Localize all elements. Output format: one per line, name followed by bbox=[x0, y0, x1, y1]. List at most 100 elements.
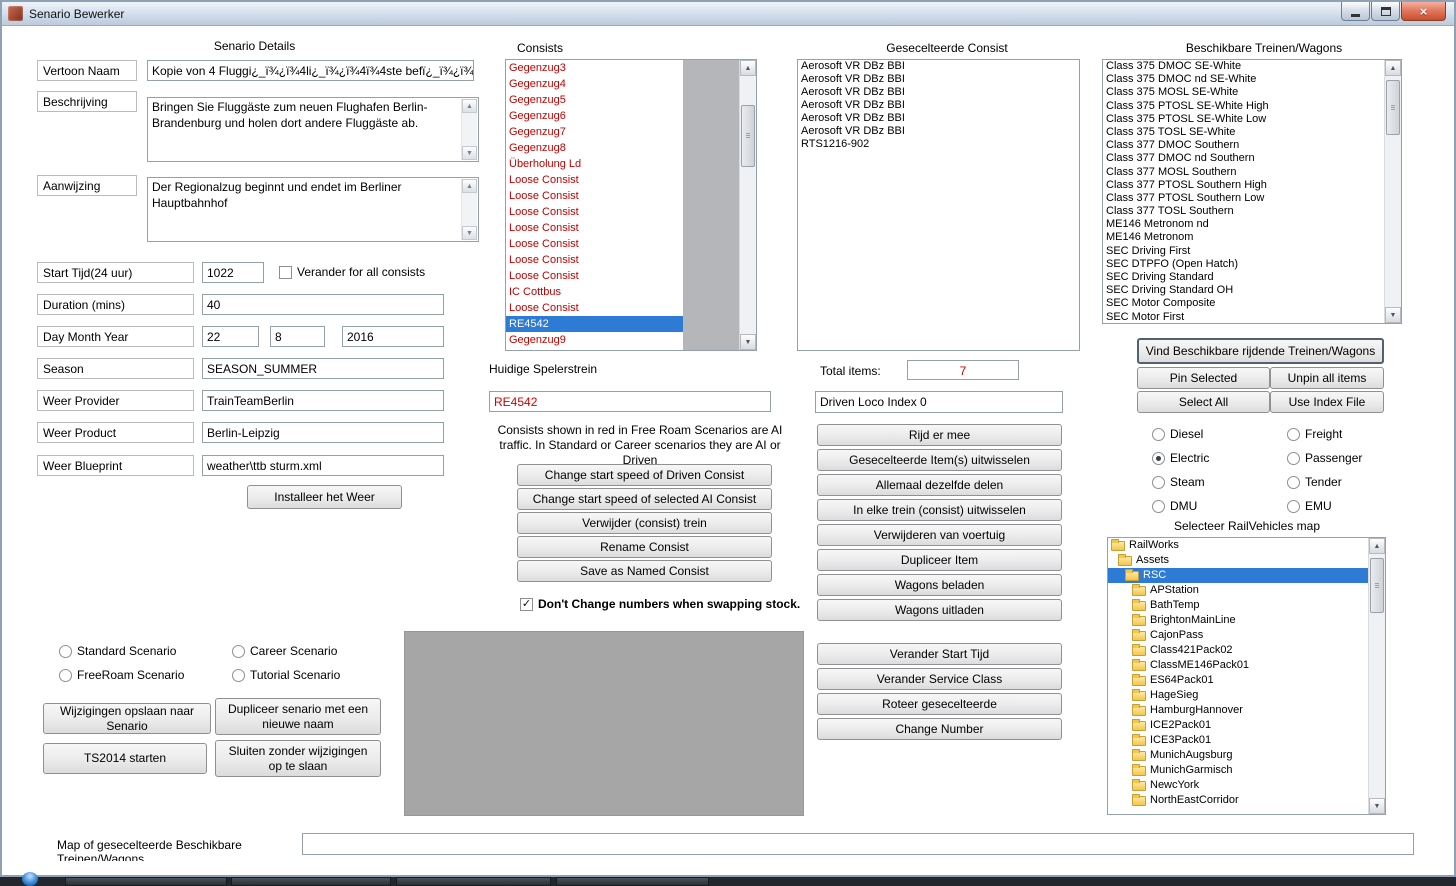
unpin-all-button[interactable]: Unpin all items bbox=[1270, 367, 1384, 389]
selected-consist-action-button[interactable]: Wagons uitladen bbox=[817, 599, 1062, 621]
current-player-field[interactable]: RE4542 bbox=[489, 391, 771, 412]
scroll-down-icon[interactable]: ▼ bbox=[1385, 307, 1401, 323]
selected-consist-action-button[interactable]: Gesecelteerde Item(s) uitwisselen bbox=[817, 449, 1062, 471]
vehicle-filter-radio[interactable]: EMU bbox=[1287, 499, 1332, 513]
available-item[interactable]: SEC Driving Standard bbox=[1103, 271, 1384, 284]
scroll-down-icon[interactable]: ▼ bbox=[462, 146, 477, 160]
vehicle-filter-radio[interactable]: Tender bbox=[1287, 475, 1342, 489]
maximize-button[interactable] bbox=[1371, 2, 1400, 21]
scenario-type-radio[interactable]: Standard Scenario bbox=[59, 644, 176, 658]
pin-selected-button[interactable]: Pin Selected bbox=[1137, 367, 1270, 389]
beschrijving-field[interactable]: Bringen Sie Fluggäste zum neuen Flughafe… bbox=[147, 97, 479, 162]
selected-consist-action-button[interactable]: Verwijderen van voertuig bbox=[817, 524, 1062, 546]
consist-item[interactable]: Loose Consist bbox=[506, 220, 683, 236]
consist-item[interactable]: Loose Consist bbox=[506, 188, 683, 204]
tree-item[interactable]: BrightonMainLine bbox=[1108, 613, 1368, 628]
consist-item[interactable]: Loose Consist bbox=[506, 236, 683, 252]
tree-item[interactable]: BathTemp bbox=[1108, 598, 1368, 613]
selected-consist-action-button[interactable]: Change Number bbox=[817, 718, 1062, 740]
available-item[interactable]: ME146 Metronom nd bbox=[1103, 218, 1384, 231]
available-item[interactable]: Class 375 DMOC SE-White bbox=[1103, 60, 1384, 73]
tree-item[interactable]: RSC bbox=[1108, 568, 1368, 583]
selected-consist-item[interactable]: Aerosoft VR DBz BBI bbox=[798, 60, 1079, 73]
scroll-up-icon[interactable]: ▲ bbox=[1385, 60, 1401, 76]
consist-item[interactable]: Gegenzug3 bbox=[506, 60, 683, 76]
scenario-type-radio[interactable]: Tutorial Scenario bbox=[232, 668, 340, 682]
consist-item[interactable]: Gegenzug9 bbox=[506, 332, 683, 348]
consist-item[interactable]: Überholung Ld bbox=[506, 156, 683, 172]
driven-loco-index-field[interactable]: Driven Loco Index 0 bbox=[815, 391, 1063, 413]
consist-item[interactable]: Gegenzug5 bbox=[506, 92, 683, 108]
scroll-up-icon[interactable]: ▲ bbox=[740, 60, 756, 76]
selected-consist-item[interactable]: Aerosoft VR DBz BBI bbox=[798, 86, 1079, 99]
consist-item[interactable]: RE4542 bbox=[506, 316, 683, 332]
use-index-file-button[interactable]: Use Index File bbox=[1270, 391, 1384, 413]
consist-item[interactable]: Loose Consist bbox=[506, 300, 683, 316]
available-item[interactable]: Class 377 PTOSL Southern Low bbox=[1103, 192, 1384, 205]
tree-item[interactable]: NewcYork bbox=[1108, 778, 1368, 793]
available-item[interactable]: SEC DTPFO (Open Hatch) bbox=[1103, 258, 1384, 271]
vehicle-filter-radio[interactable]: Diesel bbox=[1152, 427, 1203, 441]
consist-item[interactable]: Gegenzug8 bbox=[506, 140, 683, 156]
tree-item[interactable]: Assets bbox=[1108, 553, 1368, 568]
verander-all-consists-checkbox[interactable]: Verander for all consists bbox=[279, 265, 425, 279]
taskbar-window-button[interactable] bbox=[65, 877, 227, 886]
available-item[interactable]: Class 377 TOSL Southern bbox=[1103, 205, 1384, 218]
selected-consist-action-button[interactable]: Rijd er mee bbox=[817, 424, 1062, 446]
start-button[interactable] bbox=[22, 872, 38, 886]
consist-item[interactable]: IC Cottbus bbox=[506, 284, 683, 300]
taskbar-window-button[interactable] bbox=[396, 877, 551, 886]
selected-consist-action-button[interactable]: Roteer gesecelteerde bbox=[817, 693, 1062, 715]
available-scrollbar[interactable]: ▲ ▼ bbox=[1384, 60, 1401, 323]
selected-consist-action-button[interactable]: Verander Start Tijd bbox=[817, 643, 1062, 665]
tree-item[interactable]: ICE3Pack01 bbox=[1108, 733, 1368, 748]
selected-consist-action-button[interactable]: Wagons beladen bbox=[817, 574, 1062, 596]
selected-consist-item[interactable]: Aerosoft VR DBz BBI bbox=[798, 73, 1079, 86]
available-listbox[interactable]: Class 375 DMOC SE-WhiteClass 375 DMOC nd… bbox=[1102, 59, 1402, 324]
minimize-button[interactable] bbox=[1341, 2, 1370, 21]
available-item[interactable]: Class 375 DMOC nd SE-White bbox=[1103, 73, 1384, 86]
scroll-down-icon[interactable]: ▼ bbox=[1369, 798, 1385, 814]
consist-item[interactable]: Gegenzug6 bbox=[506, 108, 683, 124]
consist-action-button[interactable]: Verwijder (consist) trein bbox=[517, 512, 772, 534]
map-of-selected-field[interactable] bbox=[302, 833, 1414, 855]
railvehicles-tree[interactable]: RailWorksAssetsRSCAPStationBathTempBrigh… bbox=[1107, 537, 1386, 815]
consist-item[interactable]: Loose Consist bbox=[506, 268, 683, 284]
scroll-up-icon[interactable]: ▲ bbox=[462, 179, 477, 193]
tree-item[interactable]: APStation bbox=[1108, 583, 1368, 598]
tree-item[interactable]: ES64Pack01 bbox=[1108, 673, 1368, 688]
tree-item[interactable]: HamburgHannover bbox=[1108, 703, 1368, 718]
vehicle-filter-radio[interactable]: DMU bbox=[1152, 499, 1197, 513]
scroll-down-icon[interactable]: ▼ bbox=[740, 334, 756, 350]
consist-item[interactable]: Gegenzug4 bbox=[506, 76, 683, 92]
selected-consist-item[interactable]: Aerosoft VR DBz BBI bbox=[798, 99, 1079, 112]
scroll-down-icon[interactable]: ▼ bbox=[462, 226, 477, 240]
scenario-type-radio[interactable]: Career Scenario bbox=[232, 644, 337, 658]
vehicle-filter-radio[interactable]: Steam bbox=[1152, 475, 1205, 489]
scrollbar-thumb[interactable] bbox=[741, 105, 755, 167]
aanwijzing-scrollbar[interactable]: ▲ ▼ bbox=[461, 179, 477, 240]
available-item[interactable]: Class 377 DMOC nd Southern bbox=[1103, 152, 1384, 165]
consist-action-button[interactable]: Change start speed of selected AI Consis… bbox=[517, 488, 772, 510]
weer-provider-field[interactable]: TrainTeamBerlin bbox=[202, 390, 444, 411]
taskbar-window-button[interactable] bbox=[556, 877, 709, 886]
duplicate-scenario-button[interactable]: Dupliceer senario met een nieuwe naam bbox=[215, 698, 381, 735]
consist-action-button[interactable]: Save as Named Consist bbox=[517, 560, 772, 582]
vertoon-naam-field[interactable]: Kopie von 4 Fluggi¿_ï¾¿ï¾4li¿_ï¾¿ï¾4ï¾4s… bbox=[147, 60, 474, 81]
consists-scrollbar[interactable]: ▲ ▼ bbox=[739, 60, 756, 350]
close-without-saving-button[interactable]: Sluiten zonder wijzigingen op te slaan bbox=[215, 740, 381, 777]
available-item[interactable]: Class 375 MOSL SE-White bbox=[1103, 86, 1384, 99]
selected-consist-action-button[interactable]: Dupliceer Item bbox=[817, 549, 1062, 571]
tree-item[interactable]: HageSieg bbox=[1108, 688, 1368, 703]
consist-action-button[interactable]: Change start speed of Driven Consist bbox=[517, 464, 772, 486]
selected-consist-action-button[interactable]: In elke trein (consist) uitwisselen bbox=[817, 499, 1062, 521]
consist-item[interactable]: Loose Consist bbox=[506, 172, 683, 188]
available-item[interactable]: SEC Driving Standard OH bbox=[1103, 284, 1384, 297]
start-ts2014-button[interactable]: TS2014 starten bbox=[43, 743, 207, 774]
aanwijzing-field[interactable]: Der Regionalzug beginnt und endet im Ber… bbox=[147, 177, 479, 242]
selected-consist-action-button[interactable]: Allemaal dezelfde delen bbox=[817, 474, 1062, 496]
tree-item[interactable]: MunichAugsburg bbox=[1108, 748, 1368, 763]
available-item[interactable]: SEC Driving First bbox=[1103, 245, 1384, 258]
beschrijving-scrollbar[interactable]: ▲ ▼ bbox=[461, 99, 477, 160]
available-item[interactable]: Class 377 DMOC Southern bbox=[1103, 139, 1384, 152]
